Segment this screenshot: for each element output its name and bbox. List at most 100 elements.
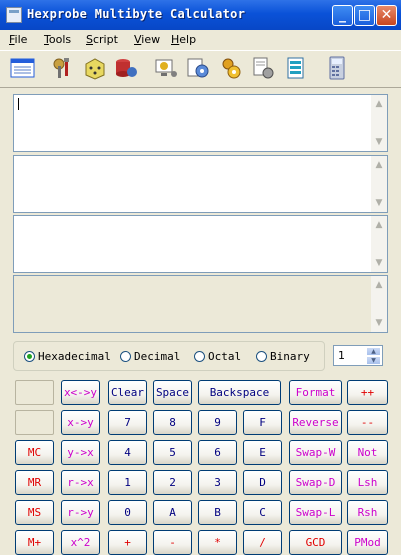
output-pane-2[interactable]: ▲ ▼ bbox=[13, 215, 388, 273]
key-6[interactable]: 6 bbox=[198, 440, 237, 465]
document-settings-icon[interactable] bbox=[250, 56, 276, 80]
spin-down-icon[interactable]: ▼ bbox=[366, 356, 381, 365]
output-pane-2-scrollbar[interactable]: ▲ ▼ bbox=[371, 216, 387, 272]
input-pane-scrollbar[interactable]: ▲ ▼ bbox=[371, 95, 387, 151]
toolbar bbox=[0, 50, 401, 88]
key-mplus[interactable]: M+ bbox=[15, 530, 54, 555]
key-5[interactable]: 5 bbox=[153, 440, 192, 465]
key-minus[interactable]: - bbox=[153, 530, 192, 555]
grid-view-icon[interactable] bbox=[10, 56, 36, 80]
key-plusplus[interactable]: ++ bbox=[347, 380, 388, 405]
output-pane-3-scrollbar[interactable]: ▲ ▼ bbox=[371, 276, 387, 332]
key-e[interactable]: E bbox=[243, 440, 282, 465]
key-a[interactable]: A bbox=[153, 500, 192, 525]
key-swapminusl[interactable]: Swap-L bbox=[289, 500, 342, 525]
minimize-button[interactable]: _ bbox=[332, 5, 353, 26]
key-xpow2[interactable]: x^2 bbox=[61, 530, 100, 555]
key-lsh[interactable]: Lsh bbox=[347, 470, 388, 495]
gears-icon[interactable] bbox=[185, 56, 211, 80]
key-swapminusd[interactable]: Swap-D bbox=[289, 470, 342, 495]
close-icon: ✕ bbox=[380, 7, 393, 23]
tools-icon[interactable] bbox=[50, 56, 76, 80]
key-7[interactable]: 7 bbox=[108, 410, 147, 435]
radio-octal[interactable]: Octal bbox=[194, 350, 241, 363]
menu-help[interactable]: Help bbox=[171, 33, 196, 46]
scroll-down-icon[interactable]: ▼ bbox=[373, 257, 385, 269]
key-gcd[interactable]: GCD bbox=[289, 530, 342, 555]
key-not[interactable]: Not bbox=[347, 440, 388, 465]
minimize-icon: _ bbox=[339, 7, 346, 23]
menu-tools[interactable]: Tools bbox=[44, 33, 71, 46]
key-xltminusgty[interactable]: x<->y bbox=[61, 380, 100, 405]
key-plus[interactable]: + bbox=[108, 530, 147, 555]
key-swapminusw[interactable]: Swap-W bbox=[289, 440, 342, 465]
input-pane[interactable]: ▲ ▼ bbox=[13, 94, 388, 152]
scroll-up-icon[interactable]: ▲ bbox=[373, 219, 385, 231]
gear-settings-icon[interactable] bbox=[218, 56, 244, 80]
output-pane-3: ▲ ▼ bbox=[13, 275, 388, 333]
radio-icon bbox=[194, 351, 205, 362]
scroll-down-icon[interactable]: ▼ bbox=[373, 317, 385, 329]
key-reverse[interactable]: Reverse bbox=[289, 410, 342, 435]
menu-file[interactable]: File bbox=[9, 33, 27, 46]
scroll-up-icon[interactable]: ▲ bbox=[373, 279, 385, 291]
key-mc[interactable]: MC bbox=[15, 440, 54, 465]
width-spinner-value: 1 bbox=[338, 349, 345, 362]
data-storage-icon[interactable] bbox=[113, 56, 139, 80]
memory-display bbox=[15, 380, 54, 405]
key-ms[interactable]: MS bbox=[15, 500, 54, 525]
menu-script[interactable]: Script bbox=[86, 33, 118, 46]
key-pmod[interactable]: PMod bbox=[347, 530, 388, 555]
output-pane-1[interactable]: ▲ ▼ bbox=[13, 155, 388, 213]
title-bar[interactable]: Hexprobe Multibyte Calculator _ □ ✕ bbox=[0, 0, 401, 30]
key-times[interactable]: * bbox=[198, 530, 237, 555]
key-clear[interactable]: Clear bbox=[108, 380, 147, 405]
scroll-up-icon[interactable]: ▲ bbox=[373, 159, 385, 171]
key-0[interactable]: 0 bbox=[108, 500, 147, 525]
key-yminusgtx[interactable]: y->x bbox=[61, 440, 100, 465]
calculator-icon[interactable] bbox=[324, 56, 350, 80]
window-title: Hexprobe Multibyte Calculator bbox=[27, 7, 246, 21]
key-1[interactable]: 1 bbox=[108, 470, 147, 495]
key-9[interactable]: 9 bbox=[198, 410, 237, 435]
menu-view[interactable]: View bbox=[134, 33, 160, 46]
key-rsh[interactable]: Rsh bbox=[347, 500, 388, 525]
key-minusminus[interactable]: -- bbox=[347, 410, 388, 435]
key-rminusgty[interactable]: r->y bbox=[61, 500, 100, 525]
key-4[interactable]: 4 bbox=[108, 440, 147, 465]
radio-decimal[interactable]: Decimal bbox=[120, 350, 180, 363]
scroll-down-icon[interactable]: ▼ bbox=[373, 197, 385, 209]
maximize-icon: □ bbox=[357, 7, 372, 23]
menu-bar: File Tools Script View Help bbox=[0, 30, 401, 49]
key-backspace[interactable]: Backspace bbox=[198, 380, 281, 405]
spin-up-icon[interactable]: ▲ bbox=[366, 347, 381, 356]
key-f[interactable]: F bbox=[243, 410, 282, 435]
dice-icon[interactable] bbox=[82, 56, 108, 80]
maximize-button[interactable]: □ bbox=[354, 5, 375, 26]
radio-icon bbox=[256, 351, 267, 362]
width-spinner[interactable]: 1 ▲ ▼ bbox=[333, 345, 383, 366]
key-rminusgtx[interactable]: r->x bbox=[61, 470, 100, 495]
key-xminusgty[interactable]: x->y bbox=[61, 410, 100, 435]
radio-hexadecimal[interactable]: Hexadecimal bbox=[24, 350, 111, 363]
key-div[interactable]: / bbox=[243, 530, 282, 555]
text-caret bbox=[18, 98, 19, 110]
key-space[interactable]: Space bbox=[153, 380, 192, 405]
key-mr[interactable]: MR bbox=[15, 470, 54, 495]
radio-binary[interactable]: Binary bbox=[256, 350, 310, 363]
text-align-icon[interactable] bbox=[283, 56, 309, 80]
key-2[interactable]: 2 bbox=[153, 470, 192, 495]
scroll-down-icon[interactable]: ▼ bbox=[373, 136, 385, 148]
key-c[interactable]: C bbox=[243, 500, 282, 525]
scroll-up-icon[interactable]: ▲ bbox=[373, 98, 385, 110]
radio-selected-icon bbox=[24, 351, 35, 362]
key-8[interactable]: 8 bbox=[153, 410, 192, 435]
key-3[interactable]: 3 bbox=[198, 470, 237, 495]
key-format[interactable]: Format bbox=[289, 380, 342, 405]
radio-icon bbox=[120, 351, 131, 362]
output-pane-1-scrollbar[interactable]: ▲ ▼ bbox=[371, 156, 387, 212]
key-b[interactable]: B bbox=[198, 500, 237, 525]
close-button[interactable]: ✕ bbox=[376, 5, 397, 26]
monitor-settings-icon[interactable] bbox=[153, 56, 179, 80]
key-d[interactable]: D bbox=[243, 470, 282, 495]
